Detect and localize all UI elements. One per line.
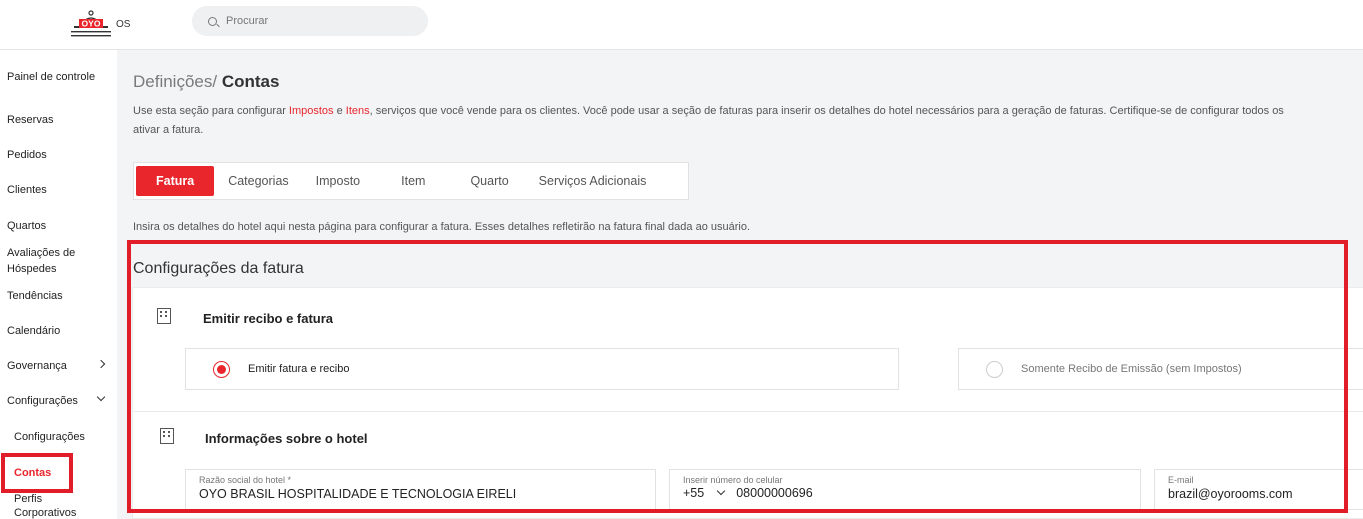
- desc-text: e: [333, 105, 346, 117]
- desc-text: Use esta seção para configurar: [133, 105, 289, 117]
- tabs-bar: Fatura Categorias Imposto Item Quarto Se…: [133, 162, 689, 200]
- taxes-link[interactable]: Impostos: [289, 105, 334, 117]
- hint-text: Insira os detalhes do hotel aqui nesta p…: [133, 221, 751, 233]
- tab-quarto[interactable]: Quarto: [470, 166, 508, 196]
- search-icon: [208, 16, 217, 26]
- search-placeholder: Procurar: [226, 15, 269, 27]
- tab-fatura[interactable]: Fatura: [136, 166, 215, 196]
- breadcrumb-separator: /: [212, 72, 218, 91]
- sidebar: Painel de controle Reservas Pedidos Clie…: [0, 50, 117, 519]
- sidebar-item-label: Configurações: [7, 395, 78, 407]
- sidebar-item-reservas[interactable]: Reservas: [7, 112, 112, 128]
- sidebar-item-governanca[interactable]: Governança: [7, 358, 112, 374]
- page-title: Definições/ Contas: [133, 72, 279, 92]
- sidebar-item-label: Governança: [7, 360, 67, 372]
- search-input[interactable]: Procurar: [192, 6, 428, 36]
- contas-highlight-box: [1, 453, 73, 493]
- sidebar-item-tendencias[interactable]: Tendências: [7, 288, 112, 304]
- page-description: Use esta seção para configurar Impostos …: [133, 102, 1363, 140]
- sidebar-item-pedidos[interactable]: Pedidos: [7, 147, 112, 163]
- tab-imposto[interactable]: Imposto: [316, 166, 360, 196]
- desc-text: ativar a fatura.: [133, 124, 204, 136]
- sidebar-subitem-configuracoes[interactable]: Configurações: [14, 430, 85, 444]
- tab-servicos-adicionais[interactable]: Serviços Adicionais: [539, 166, 647, 196]
- chevron-down-icon: [96, 392, 106, 402]
- sidebar-subitem-perfis[interactable]: Perfis Corporativos: [14, 492, 104, 519]
- breadcrumb-current: Contas: [221, 72, 280, 91]
- sidebar-item-quartos[interactable]: Quartos: [7, 218, 112, 234]
- items-link[interactable]: Itens: [346, 105, 370, 117]
- invoice-settings-highlight-box: [127, 240, 1348, 513]
- breadcrumb-parent[interactable]: Definições: [133, 72, 212, 91]
- chevron-right-icon: [96, 359, 106, 369]
- logo-text: OYO: [82, 19, 101, 29]
- tab-item[interactable]: Item: [401, 166, 425, 196]
- sidebar-item-configuracoes[interactable]: Configurações: [7, 392, 112, 409]
- sidebar-item-clientes[interactable]: Clientes: [7, 182, 112, 198]
- tab-categorias[interactable]: Categorias: [228, 166, 288, 196]
- oyo-logo[interactable]: OYO OS: [70, 4, 140, 40]
- sidebar-item-calendario[interactable]: Calendário: [7, 323, 112, 339]
- logo-suffix: OS: [116, 19, 131, 30]
- sidebar-item-avaliacoes[interactable]: Avaliações de Hóspedes: [7, 245, 112, 277]
- top-bar: OYO OS Procurar: [0, 0, 1363, 50]
- desc-text: , serviços que você vende para os client…: [369, 105, 1284, 117]
- sidebar-item-painel[interactable]: Painel de controle: [7, 69, 112, 85]
